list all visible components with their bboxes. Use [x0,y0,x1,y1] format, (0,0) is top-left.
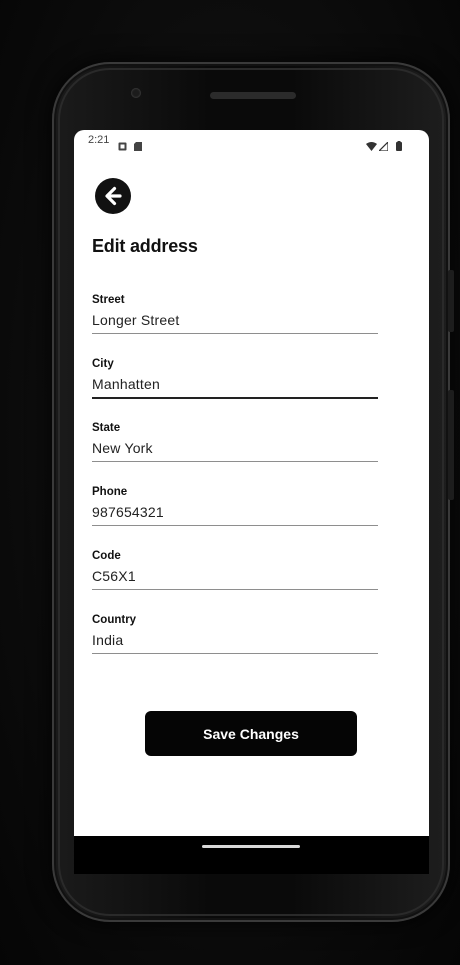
code-underline [92,589,378,590]
city-input[interactable] [92,374,378,394]
city-underline [92,397,378,399]
page-title: Edit address [92,236,198,256]
street-label: Street [92,294,125,306]
navigation-bar [74,836,429,874]
street-underline [92,333,378,334]
sd-card-icon [134,136,142,155]
front-camera [131,88,141,98]
phone-field: Phone [92,486,378,536]
arrow-left-icon [105,186,122,206]
status-time: 2:21 [88,134,110,146]
street-input[interactable] [92,310,378,330]
city-label: City [92,358,114,370]
code-input[interactable] [92,566,378,586]
earpiece-speaker [210,92,296,99]
save-changes-button[interactable]: Save Changes [145,711,357,756]
country-underline [92,653,378,654]
phone-underline [92,525,378,526]
city-field: City [92,358,378,408]
country-field: Country [92,614,378,664]
state-label: State [92,422,121,434]
phone-input[interactable] [92,502,378,522]
volume-button [448,390,454,500]
state-input[interactable] [92,438,378,458]
home-gesture-bar[interactable] [202,845,300,848]
notification-icon [118,136,127,155]
code-label: Code [92,550,121,562]
app-screen: 2:21 Edit address Street City [74,130,429,836]
code-field: Code [92,550,378,600]
country-input[interactable] [92,630,378,650]
back-button[interactable] [95,178,131,214]
signal-icon [377,136,389,155]
status-bar: 2:21 [74,130,429,152]
wifi-icon [366,136,377,155]
state-field: State [92,422,378,472]
state-underline [92,461,378,462]
battery-icon [396,136,402,155]
country-label: Country [92,614,137,626]
street-field: Street [92,294,378,344]
phone-label: Phone [92,486,128,498]
power-button [448,270,454,332]
